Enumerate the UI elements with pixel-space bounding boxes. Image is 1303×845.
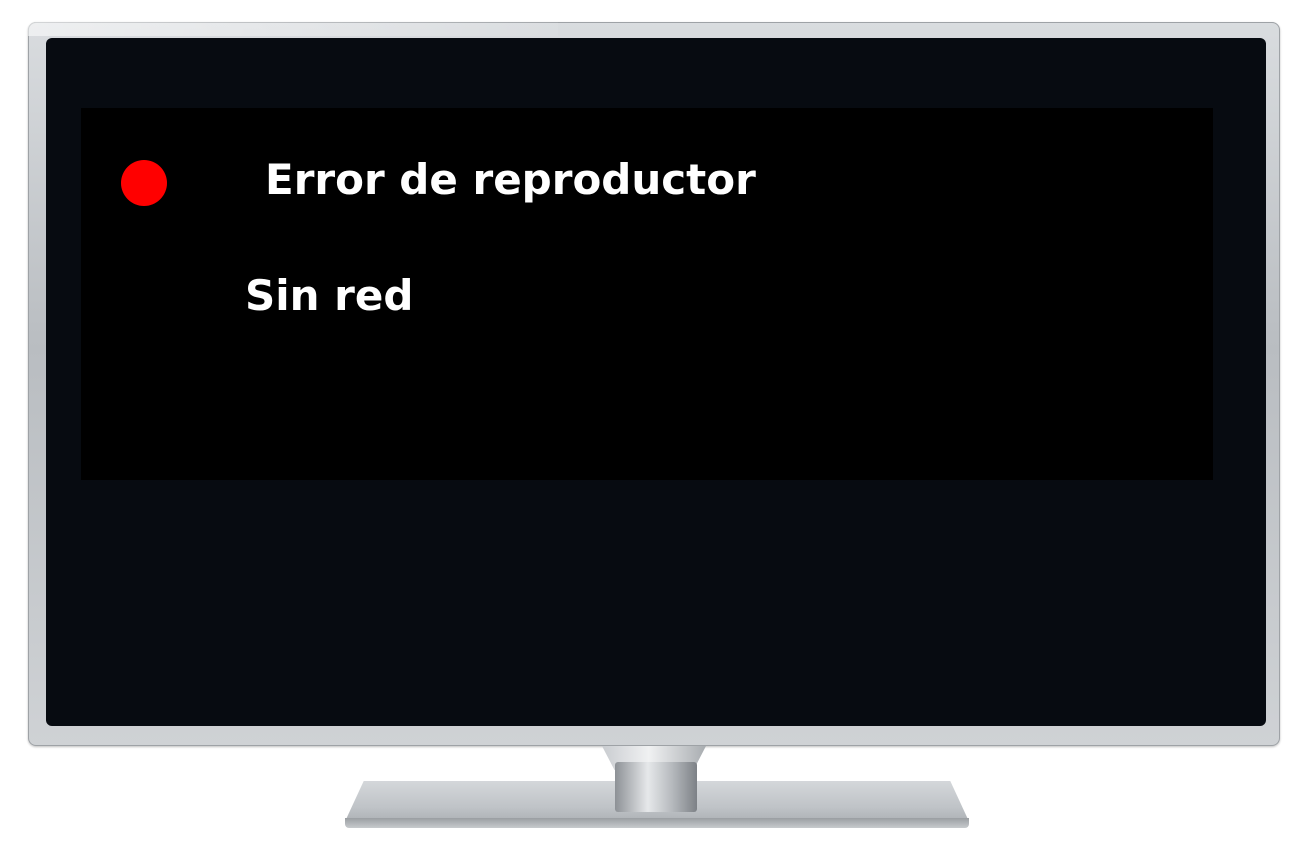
error-title: Error de reproductor	[265, 155, 756, 204]
error-message: Sin red	[245, 271, 414, 320]
error-panel: Error de reproductor Sin red	[81, 108, 1213, 480]
tv-stand-column	[615, 762, 697, 812]
tv-stand-base-edge	[345, 818, 969, 828]
status-dot-icon	[121, 160, 167, 206]
tv-screen: Error de reproductor Sin red	[46, 38, 1266, 726]
tv-illustration: Error de reproductor Sin red	[0, 0, 1303, 845]
